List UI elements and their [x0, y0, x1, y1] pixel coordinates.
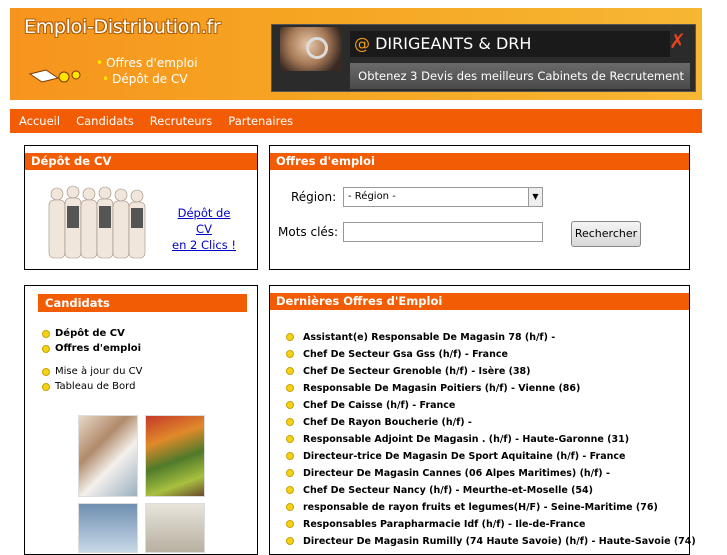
region-label: Région:: [291, 190, 337, 204]
bullet-icon: [286, 469, 294, 477]
magnifier-icon: [306, 37, 328, 59]
banner-title: @ DIRIGEANTS & DRH: [350, 31, 670, 57]
photo-chef: [145, 503, 205, 553]
panel-title: Dépôt de CV: [25, 153, 257, 170]
bullet-icon: [286, 486, 294, 494]
job-offer-item[interactable]: Responsables Parapharmacie Idf (h/f) - I…: [284, 516, 696, 533]
job-offer-item[interactable]: Directeur De Magasin Cannes (06 Alpes Ma…: [284, 465, 696, 482]
job-search-panel: Offres d'emploi Région: - Région - ▼ Mot…: [269, 145, 690, 270]
job-offer-item[interactable]: Chef De Secteur Grenoble (h/f) - Isère (…: [284, 363, 696, 380]
job-offer-item[interactable]: Chef De Rayon Boucherie (h/f) -: [284, 414, 696, 431]
banner-logo-icon: ✗: [669, 29, 686, 53]
bullet-icon: [286, 350, 294, 358]
panel-title: Dernières Offres d'Emploi: [270, 293, 689, 310]
main-nav: Accueil Candidats Recruteurs Partenaires: [10, 109, 702, 133]
team-photo: [48, 185, 146, 259]
bullet-icon: [286, 435, 294, 443]
banner-subtitle: Obtenez 3 Devis des meilleurs Cabinets d…: [350, 63, 690, 89]
bullet-icon: [42, 345, 50, 353]
bullet-icon: [42, 368, 50, 376]
panel-title: Candidats: [38, 294, 247, 312]
bullet-icon: [286, 520, 294, 528]
list-item[interactable]: Mise à jour du CV: [40, 364, 142, 379]
bullet-icon: [286, 384, 294, 392]
nav-candidats[interactable]: Candidats: [68, 109, 142, 133]
bullet-icon: [286, 503, 294, 511]
cv-2-clics-link[interactable]: Dépôt de CV en 2 Clics !: [169, 205, 239, 253]
bullet-icon: [286, 452, 294, 460]
bullet-icon: [286, 537, 294, 545]
job-offer-item[interactable]: Directeur-trice De Magasin De Sport Aqui…: [284, 448, 696, 465]
photo-produce-market: [145, 415, 205, 497]
job-offer-item[interactable]: Chef De Secteur Nancy (h/f) - Meurthe-et…: [284, 482, 696, 499]
job-offer-item[interactable]: responsable de rayon fruits et legumes(H…: [284, 499, 696, 516]
ad-banner[interactable]: @ DIRIGEANTS & DRH ✗ Obtenez 3 Devis des…: [271, 24, 696, 92]
latest-offers-panel: Dernières Offres d'Emploi Assistant(e) R…: [269, 285, 696, 555]
list-item[interactable]: Dépôt de CV: [40, 326, 141, 341]
logo-link-depot-cv[interactable]: • Dépôt de CV: [102, 72, 188, 86]
job-offer-item[interactable]: Assistant(e) Responsable De Magasin 78 (…: [284, 329, 696, 346]
photo-saleswoman: [78, 415, 138, 497]
keywords-label: Mots clés:: [278, 225, 339, 239]
list-item[interactable]: Tableau de Bord: [40, 379, 142, 394]
keywords-input[interactable]: [343, 222, 543, 242]
bullet-icon: [286, 333, 294, 341]
job-offer-item[interactable]: Chef De Secteur Gsa Gss (h/f) - France: [284, 346, 696, 363]
site-logo[interactable]: Emploi-Distribution.fr • Offres d'emploi …: [10, 8, 272, 100]
photo-store-aisle: [78, 503, 138, 553]
job-offer-item[interactable]: Responsable De Magasin Poitiers (h/f) - …: [284, 380, 696, 397]
banner-photo: [280, 27, 342, 71]
nav-accueil[interactable]: Accueil: [10, 109, 68, 133]
candidates-secondary-list: Mise à jour du CV Tableau de Bord: [40, 364, 142, 394]
chevron-down-icon: ▼: [528, 188, 542, 206]
job-list: Assistant(e) Responsable De Magasin 78 (…: [284, 329, 696, 550]
job-offer-item[interactable]: Chef De Caisse (h/f) - France: [284, 397, 696, 414]
bullet-icon: [286, 367, 294, 375]
candidates-primary-list: Dépôt de CV Offres d'emploi: [40, 326, 141, 356]
site-header: Emploi-Distribution.fr • Offres d'emploi …: [10, 8, 702, 100]
search-button[interactable]: Rechercher: [571, 221, 641, 247]
logo-text: Emploi-Distribution.fr: [24, 16, 221, 38]
candidates-panel: Candidats Dépôt de CV Offres d'emploi Mi…: [24, 285, 258, 555]
nav-partenaires[interactable]: Partenaires: [220, 109, 301, 133]
bullet-icon: [42, 330, 50, 338]
bullet-icon: [286, 401, 294, 409]
list-item[interactable]: Offres d'emploi: [40, 341, 141, 356]
bullet-icon: [42, 383, 50, 391]
logo-link-offres[interactable]: • Offres d'emploi: [96, 56, 198, 70]
panel-title: Offres d'emploi: [270, 153, 689, 170]
cv-upload-panel: Dépôt de CV Dépôt de CV en 2 Clics !: [24, 145, 258, 270]
job-offer-item[interactable]: Responsable Adjoint De Magasin . (h/f) -…: [284, 431, 696, 448]
region-select[interactable]: - Région - ▼: [343, 187, 543, 207]
job-offer-item[interactable]: Directeur De Magasin Rumilly (74 Haute S…: [284, 533, 696, 550]
nav-recruteurs[interactable]: Recruteurs: [142, 109, 220, 133]
cart-illustration-icon: [28, 69, 81, 83]
bullet-icon: [286, 418, 294, 426]
